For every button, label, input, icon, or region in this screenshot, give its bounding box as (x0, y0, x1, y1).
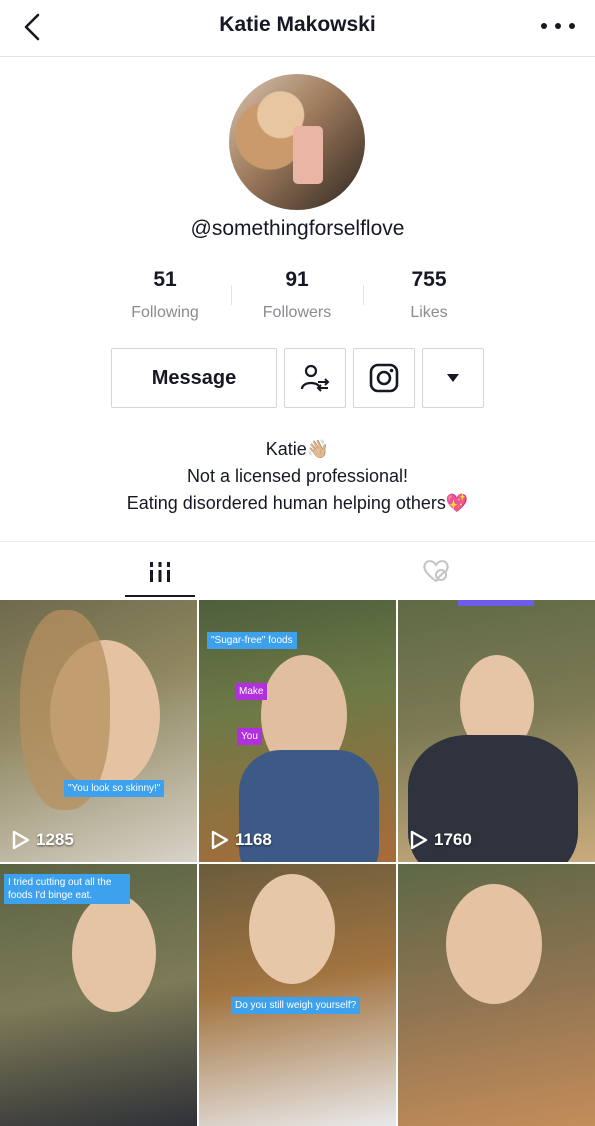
likes-label: Likes (410, 304, 448, 321)
likes-count: 755 (411, 268, 447, 291)
view-count-text: 1168 (235, 830, 272, 849)
avatar[interactable] (229, 74, 365, 210)
video-caption: "Sugar-free" foods (207, 632, 297, 649)
dropdown-button[interactable] (422, 348, 484, 408)
followers-label: Followers (262, 304, 332, 321)
message-button[interactable]: Message (111, 348, 277, 408)
video-tile[interactable]: 1760 (398, 600, 595, 862)
phone-in-photo (293, 126, 323, 184)
view-count: 1760 (410, 830, 472, 850)
video-caption: "You look so skinny!" (64, 780, 165, 797)
view-count-text: 1760 (434, 830, 472, 849)
user-swap-icon (300, 364, 330, 392)
video-tile[interactable]: "You look so skinny!" 1285 (0, 600, 197, 862)
video-thumbnail (249, 874, 335, 984)
caret-down-icon (447, 374, 459, 382)
play-icon (211, 830, 229, 850)
username-handle: @somethingforselflove (190, 217, 405, 240)
following-count: 51 (153, 268, 177, 291)
view-count-text: 1285 (36, 830, 74, 849)
view-count: 1168 (211, 830, 272, 850)
follow-swap-button[interactable] (284, 348, 346, 408)
stat-followers[interactable]: 91 Followers (231, 268, 363, 322)
tab-liked-hidden-heart-icon[interactable] (421, 558, 451, 584)
page-title: Katie Makowski (219, 13, 376, 36)
active-tab-indicator (125, 595, 195, 597)
video-caption: Do you still weigh yourself? (231, 997, 361, 1014)
video-caption: I tried cutting out all the foods I'd bi… (4, 874, 130, 904)
video-thumbnail (446, 884, 542, 1004)
video-caption: You (237, 728, 262, 745)
message-label: Message (151, 366, 237, 389)
bio-line-1: Katie👋🏼 (265, 439, 330, 459)
bio-line-2: Not a licensed professional! (186, 466, 409, 486)
play-icon (12, 830, 30, 850)
play-icon (410, 830, 428, 850)
video-tile[interactable]: Do you still weigh yourself? (199, 864, 396, 1126)
video-tile[interactable]: I tried cutting out all the foods I'd bi… (0, 864, 197, 1126)
video-caption: Make (235, 683, 268, 700)
profile-tabs (0, 541, 595, 600)
following-label: Following (131, 304, 199, 321)
video-caption-bar (458, 600, 534, 606)
instagram-icon (369, 363, 399, 393)
stat-following[interactable]: 51 Following (99, 268, 231, 322)
stat-likes[interactable]: 755 Likes (363, 268, 495, 322)
bio: Katie👋🏼 Not a licensed professional! Eat… (0, 436, 595, 517)
video-thumbnail (72, 894, 156, 1012)
more-options-icon[interactable] (541, 12, 575, 40)
video-tile[interactable] (398, 864, 595, 1126)
top-bar: Katie Makowski (0, 0, 595, 57)
followers-count: 91 (285, 268, 309, 291)
view-count: 1285 (12, 830, 74, 850)
tab-videos-grid-icon[interactable] (148, 560, 172, 584)
video-tile[interactable]: "Sugar-free" foods Make You 1168 (199, 600, 396, 862)
bio-line-3: Eating disordered human helping others💖 (126, 493, 469, 513)
instagram-button[interactable] (353, 348, 415, 408)
